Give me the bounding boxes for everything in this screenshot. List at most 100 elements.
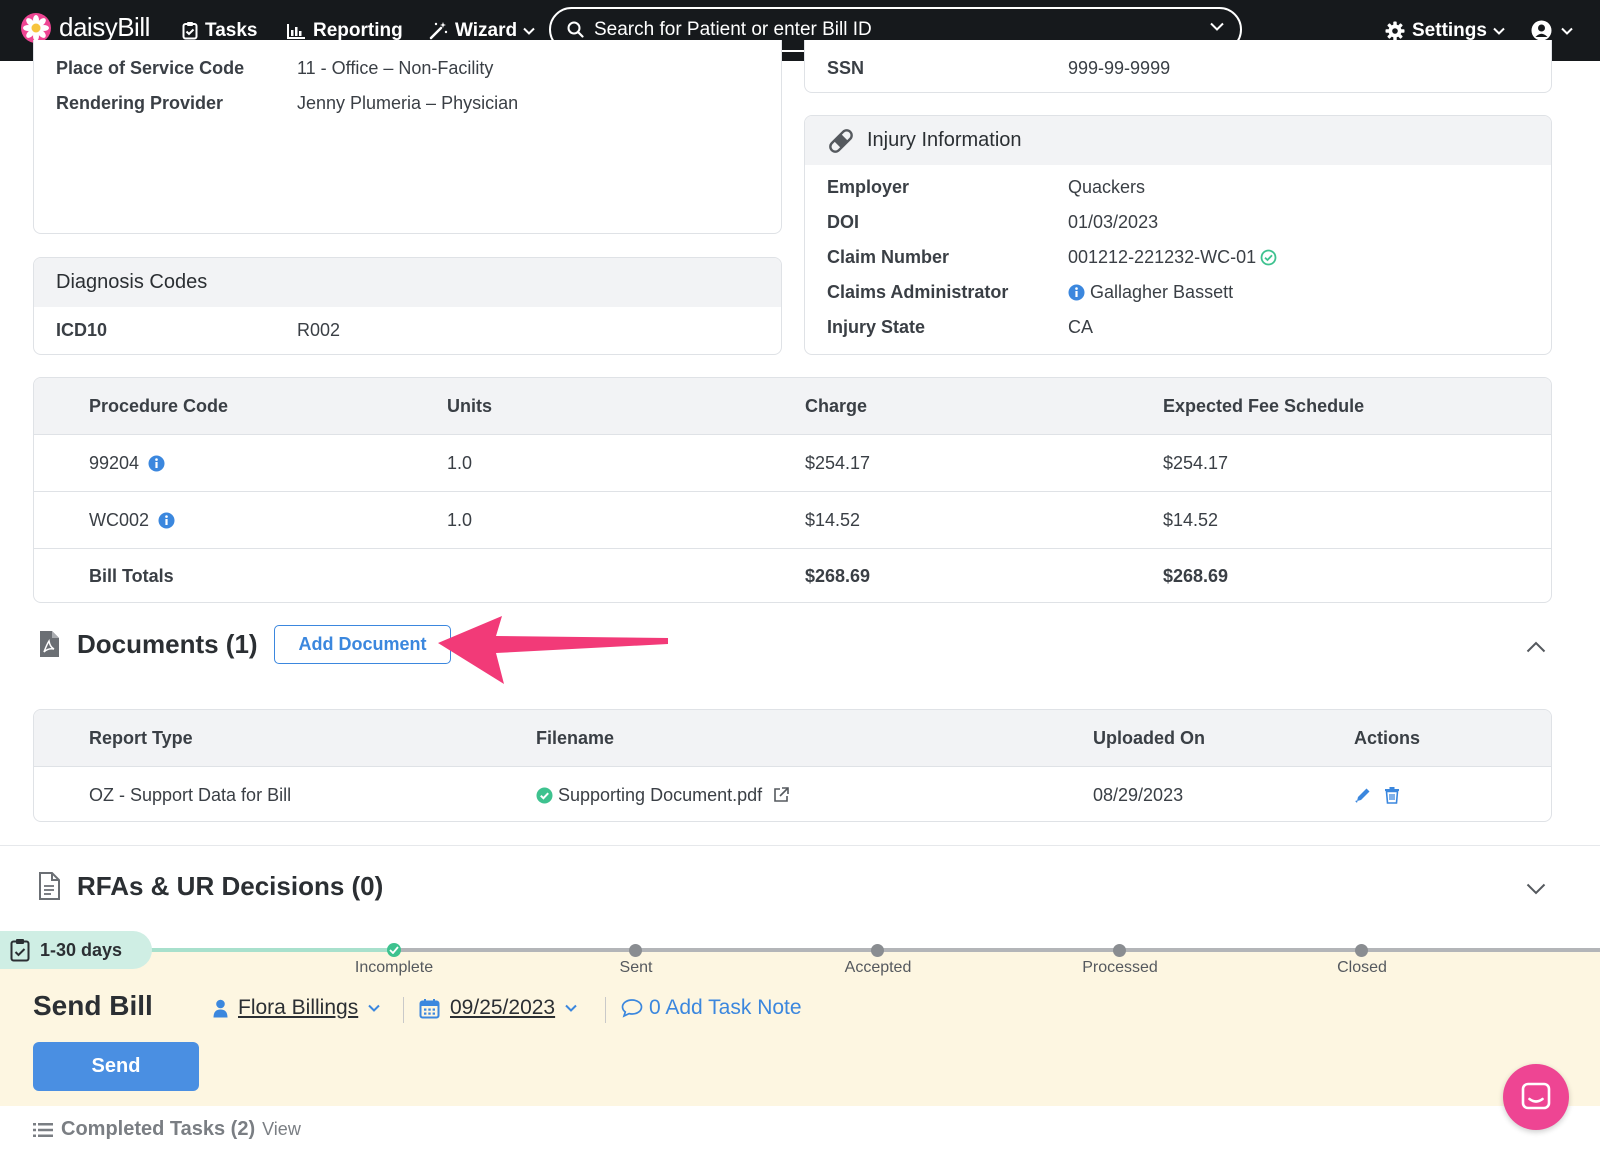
documents-header-row: Report Type Filename Uploaded On Actions: [34, 710, 1551, 766]
chevron-down-icon[interactable]: [1210, 22, 1224, 31]
nav-tasks-label: Tasks: [205, 19, 258, 41]
brand-logo[interactable]: daisyBill: [21, 12, 150, 43]
diagnosis-codes-header: Diagnosis Codes: [34, 258, 781, 307]
column-header: Charge: [805, 395, 868, 416]
user-icon: [213, 999, 228, 1017]
control-separator: [605, 997, 606, 1023]
table-row: 99204 1.0 $254.17 $254.17: [34, 435, 1551, 491]
brand-name: daisyBill: [59, 12, 150, 42]
filename-cell: Supporting Document.pdf: [536, 767, 790, 821]
chevron-down-icon: [1493, 27, 1505, 35]
table-row: OZ - Support Data for Bill Supporting Do…: [34, 767, 1551, 821]
step-dot-incomplete: [387, 943, 401, 957]
chevron-down-icon: [1561, 27, 1573, 35]
due-date-dropdown[interactable]: 09/25/2023: [419, 996, 577, 1020]
nav-reporting-label: Reporting: [313, 19, 403, 41]
clipboard-check-icon: [182, 22, 198, 40]
nav-wizard-label: Wizard: [455, 19, 518, 41]
assignee-dropdown[interactable]: Flora Billings: [213, 996, 380, 1020]
units-cell: 1.0: [447, 509, 473, 530]
column-header: Report Type: [89, 727, 193, 748]
step-dot-closed: [1355, 944, 1368, 957]
bill-totals-label: Bill Totals: [89, 566, 174, 586]
doi-label: DOI: [827, 212, 860, 232]
actions-cell: [1354, 767, 1400, 821]
list-icon: [33, 1122, 53, 1137]
send-button[interactable]: Send: [33, 1042, 199, 1091]
procedure-code-cell: WC002: [89, 492, 175, 548]
rfas-title: RFAs & UR Decisions (0): [77, 871, 384, 901]
procedures-table: Procedure Code Units Charge Expected Fee…: [33, 377, 1552, 603]
column-header: Expected Fee Schedule: [1163, 395, 1365, 416]
charge-cell: $254.17: [805, 452, 871, 473]
add-task-note-link[interactable]: 0 Add Task Note: [621, 996, 802, 1020]
employer-value: Quackers: [1068, 177, 1146, 197]
chat-icon: [1521, 1082, 1551, 1110]
employer-row: Employer Quackers: [827, 177, 1527, 201]
injury-state-label: Injury State: [827, 317, 926, 337]
user-circle-icon: [1531, 20, 1552, 41]
place-of-service-row: Place of Service Code 11 - Office – Non-…: [56, 58, 756, 82]
chat-launcher-button[interactable]: [1503, 1064, 1569, 1130]
ssn-value: 999-99-9999: [1068, 58, 1171, 78]
search-input[interactable]: [594, 18, 1174, 41]
claims-admin-link[interactable]: Gallagher Bassett: [1068, 282, 1233, 303]
column-header: Uploaded On: [1093, 727, 1205, 748]
claims-admin-label: Claims Administrator: [827, 282, 1009, 302]
chevron-up-icon[interactable]: [1526, 641, 1546, 653]
total-expected-fee: $268.69: [1163, 566, 1229, 586]
rendering-provider-row: Rendering Provider Jenny Plumeria – Phys…: [56, 93, 756, 117]
step-label-accepted: Accepted: [844, 959, 912, 976]
info-icon[interactable]: [148, 455, 165, 472]
step-dot-processed: [1113, 944, 1126, 957]
check-circle-icon: [1260, 249, 1277, 266]
diagnosis-codes-title: Diagnosis Codes: [56, 271, 208, 293]
pencil-edit-icon[interactable]: [1354, 786, 1372, 804]
chevron-down-icon[interactable]: [1526, 883, 1546, 895]
charge-cell: $14.52: [805, 509, 861, 530]
total-charge: $268.69: [805, 566, 871, 586]
external-link-icon[interactable]: [772, 786, 790, 804]
trash-icon[interactable]: [1384, 786, 1400, 804]
step-label-incomplete: Incomplete: [354, 959, 434, 976]
comment-icon: [621, 999, 643, 1018]
diagnosis-code-value: R002: [297, 320, 341, 340]
injury-info-header: Injury Information: [805, 116, 1551, 165]
procedures-header-row: Procedure Code Units Charge Expected Fee…: [34, 378, 1551, 434]
step-label-closed: Closed: [1337, 959, 1387, 976]
task-age-label: 1-30 days: [40, 939, 123, 960]
bill-totals-row: Bill Totals $268.69 $268.69: [34, 549, 1551, 602]
progress-remaining-segment: [393, 948, 1600, 952]
procedure-code: WC002: [89, 509, 150, 530]
diagnosis-codes-card: Diagnosis Codes ICD10 R002: [33, 257, 782, 355]
search-icon: [567, 21, 584, 38]
place-of-service-value: 11 - Office – Non-Facility: [297, 58, 494, 78]
info-icon: [1068, 284, 1085, 301]
filename-link[interactable]: Supporting Document.pdf: [558, 785, 762, 806]
bar-chart-icon: [287, 23, 305, 39]
employer-label: Employer: [827, 177, 910, 197]
doi-row: DOI 01/03/2023: [827, 212, 1527, 236]
add-document-button[interactable]: Add Document: [274, 625, 451, 664]
magic-wand-icon: [429, 21, 448, 39]
claim-number-value: 001212-221232-WC-01: [1068, 247, 1257, 267]
chevron-down-icon: [523, 27, 535, 35]
annotation-arrow: [438, 616, 668, 684]
step-dot-accepted: [871, 944, 884, 957]
injury-info-card: Injury Information Employer Quackers DOI…: [804, 115, 1552, 355]
step-label-processed: Processed: [1082, 959, 1158, 976]
step-label-sent: Sent: [619, 959, 653, 976]
expected-fee-cell: $14.52: [1163, 509, 1219, 530]
ssn-row: SSN 999-99-9999: [827, 58, 1527, 82]
column-header: Filename: [536, 727, 615, 748]
gear-icon: [1385, 21, 1405, 40]
uploaded-on-cell: 08/29/2023: [1093, 784, 1184, 805]
completed-tasks-view-link[interactable]: View: [262, 1119, 301, 1140]
info-icon[interactable]: [158, 512, 175, 529]
claims-admin-row: Claims Administrator Gallagher Bassett: [827, 282, 1527, 306]
check-circle-icon: [536, 787, 553, 803]
expected-fee-cell: $254.17: [1163, 452, 1229, 473]
rendering-provider-value: Jenny Plumeria – Physician: [297, 93, 519, 113]
place-of-service-label: Place of Service Code: [56, 58, 245, 78]
daisy-logo-icon: [21, 12, 51, 43]
